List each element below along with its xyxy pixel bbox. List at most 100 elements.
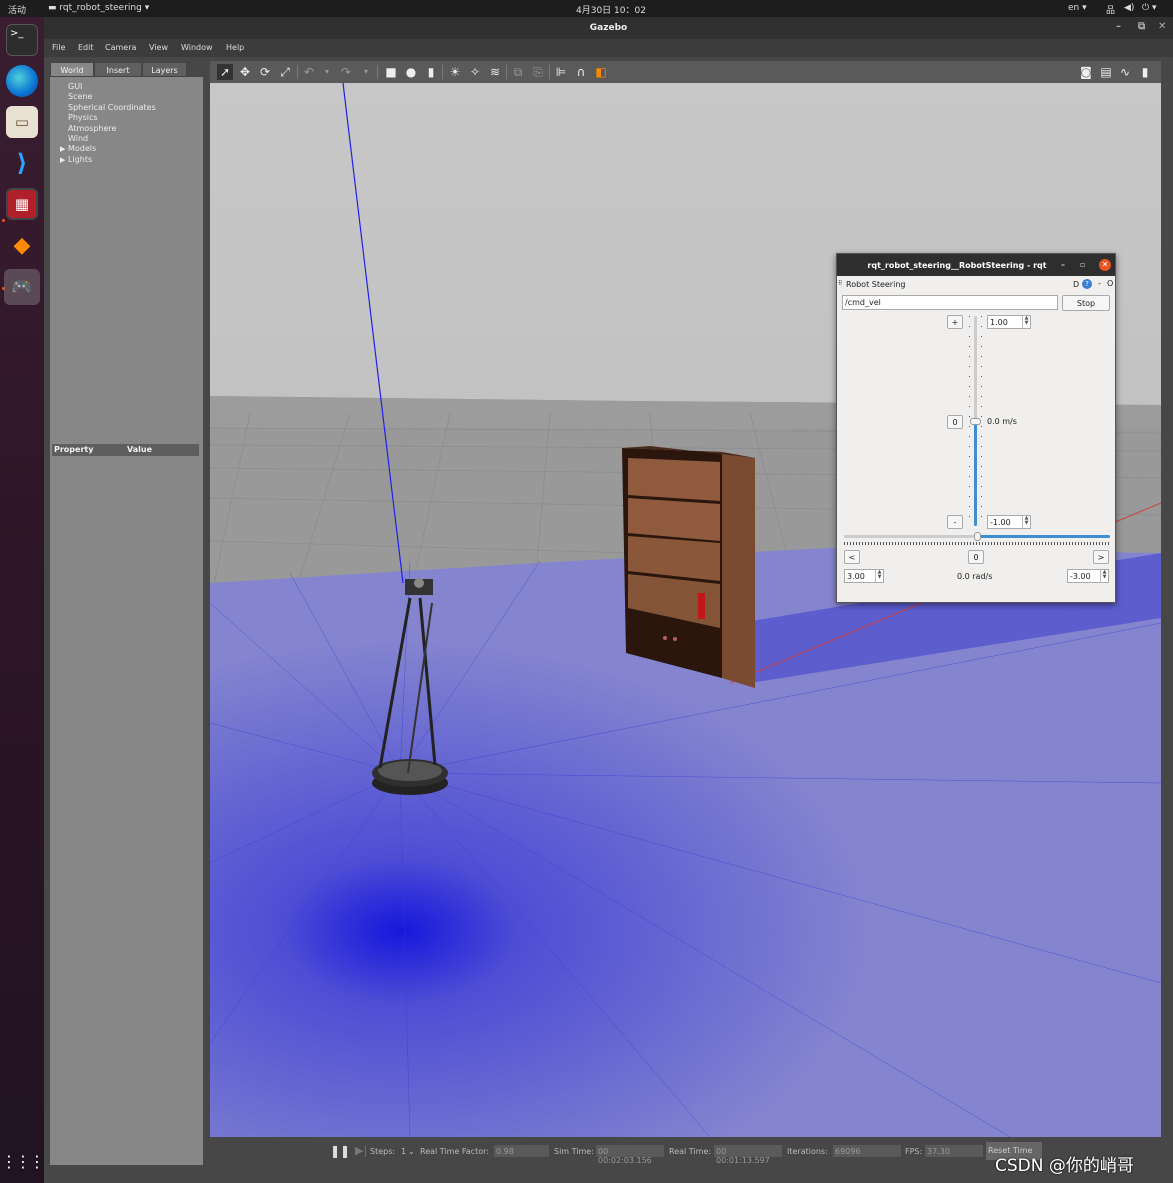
- app-menu-icon: ▬: [48, 3, 60, 13]
- help-icon[interactable]: ?: [1082, 279, 1092, 289]
- expand-arrow-icon[interactable]: ▶: [60, 155, 65, 165]
- steps-value[interactable]: 1: [401, 1147, 406, 1156]
- screenshot-icon[interactable]: ◙: [1078, 64, 1094, 80]
- spin-arrows-icon[interactable]: ▲ ▼: [1022, 316, 1030, 328]
- snap-icon[interactable]: ∩: [573, 64, 589, 80]
- min-angular-input[interactable]: -3.00 ▲ ▼: [1067, 569, 1109, 583]
- volume-icon[interactable]: ◀): [1124, 3, 1134, 13]
- app-menu[interactable]: ▬ rqt_robot_steering ▾: [48, 3, 149, 13]
- spot-light-icon[interactable]: ✧: [467, 64, 483, 80]
- sphere-shape-icon[interactable]: ●: [403, 64, 419, 80]
- pause-icon[interactable]: ❚❚: [330, 1144, 350, 1158]
- align-icon[interactable]: ⊫: [553, 64, 569, 80]
- tree-item-wind[interactable]: Wind: [68, 134, 156, 144]
- max-angular-input[interactable]: 3.00 ▲ ▼: [844, 569, 884, 583]
- angular-left-button[interactable]: <: [844, 550, 860, 564]
- menu-window[interactable]: Window: [181, 43, 213, 52]
- real-time-value: 00 00:01:13.597: [714, 1145, 782, 1165]
- select-mode-icon[interactable]: ➚: [217, 64, 233, 80]
- minimize-icon[interactable]: –: [1116, 21, 1121, 32]
- plugin-handle-icon[interactable]: ⠿: [838, 280, 842, 287]
- maximize-icon[interactable]: ⧉: [1138, 21, 1145, 32]
- rqt-maximize-icon[interactable]: ▫: [1080, 260, 1085, 269]
- change-view-icon[interactable]: ◧: [593, 64, 609, 80]
- undo-dropdown-icon[interactable]: ▾: [319, 64, 335, 80]
- show-apps-icon[interactable]: ⋮⋮⋮: [1, 1145, 45, 1177]
- redo-icon[interactable]: ↷: [338, 64, 354, 80]
- tree-item-models-label: Models: [68, 144, 97, 154]
- angular-zero-button[interactable]: 0: [968, 550, 984, 564]
- menu-bar: File Edit Camera View Window Help: [44, 39, 1173, 57]
- tree-item-lights[interactable]: ▶ Lights: [60, 155, 156, 165]
- expand-arrow-icon[interactable]: ▶: [60, 144, 65, 154]
- scale-mode-icon[interactable]: ⤢: [277, 64, 293, 80]
- terminal-icon[interactable]: >_: [6, 24, 38, 56]
- software-icon[interactable]: ◆: [6, 229, 38, 261]
- minimize-plugin-icon[interactable]: -: [1098, 279, 1101, 288]
- angular-slider-handle[interactable]: [974, 532, 981, 541]
- point-light-icon[interactable]: ☀: [447, 64, 463, 80]
- rqt-window-title: rqt_robot_steering__RobotSteering - rqt: [867, 261, 1047, 270]
- steps-chevron-icon[interactable]: ⌄: [408, 1147, 415, 1156]
- vscode-icon[interactable]: ⟩: [6, 147, 38, 179]
- menu-file[interactable]: File: [52, 43, 65, 52]
- clock[interactable]: 4月30日 10：02: [576, 3, 646, 16]
- min-linear-input[interactable]: -1.00 ▲ ▼: [987, 515, 1031, 529]
- menu-help[interactable]: Help: [226, 43, 244, 52]
- activities-button[interactable]: 活动: [8, 3, 26, 16]
- log-icon[interactable]: ▤: [1098, 64, 1114, 80]
- box-shape-icon[interactable]: ■: [383, 64, 399, 80]
- tree-item-gui[interactable]: GUI: [68, 82, 156, 92]
- directional-light-icon[interactable]: ≋: [487, 64, 503, 80]
- dock: >_ ▭ ⟩ ▦ ◆ 🎮 ⋮⋮⋮: [0, 17, 45, 1183]
- step-icon[interactable]: ▶|: [355, 1144, 367, 1157]
- linear-zero-button[interactable]: 0: [947, 415, 963, 429]
- translate-mode-icon[interactable]: ✥: [237, 64, 253, 80]
- plot-icon[interactable]: ∿: [1117, 64, 1133, 80]
- files-icon[interactable]: ▭: [6, 106, 38, 138]
- power-icon[interactable]: ⏻ ▾: [1142, 3, 1157, 13]
- close-plugin-icon[interactable]: O: [1107, 279, 1113, 288]
- rqt-close-icon[interactable]: ✕: [1099, 259, 1111, 271]
- language-indicator[interactable]: en ▾: [1068, 3, 1087, 13]
- menu-camera[interactable]: Camera: [105, 43, 136, 52]
- stop-button[interactable]: Stop: [1062, 295, 1110, 311]
- copy-icon[interactable]: ⧉: [510, 64, 526, 80]
- edge-browser-icon[interactable]: [6, 65, 38, 97]
- menu-edit[interactable]: Edit: [78, 43, 94, 52]
- linear-plus-button[interactable]: +: [947, 315, 963, 329]
- cylinder-shape-icon[interactable]: ▮: [423, 64, 439, 80]
- tree-item-models[interactable]: ▶ Models: [60, 144, 156, 154]
- network-icon[interactable]: 品: [1106, 3, 1115, 16]
- rotate-mode-icon[interactable]: ⟳: [257, 64, 273, 80]
- plugin-dock-button[interactable]: D: [1073, 280, 1079, 289]
- tab-insert[interactable]: Insert: [94, 62, 142, 77]
- gamepad-icon[interactable]: 🎮: [4, 269, 40, 305]
- close-icon[interactable]: ✕: [1158, 21, 1166, 32]
- topic-input[interactable]: /cmd_vel: [842, 295, 1058, 310]
- rqt-minimize-icon[interactable]: –: [1061, 260, 1065, 269]
- menu-view[interactable]: View: [149, 43, 168, 52]
- spin-arrows-icon[interactable]: ▲ ▼: [1022, 516, 1030, 528]
- tree-item-atmosphere[interactable]: Atmosphere: [68, 124, 156, 134]
- angular-right-button[interactable]: >: [1093, 550, 1109, 564]
- spin-arrows-icon[interactable]: ▲ ▼: [875, 570, 883, 582]
- max-linear-input[interactable]: 1.00 ▲ ▼: [987, 315, 1031, 329]
- real-time-factor-label: Real Time Factor:: [420, 1147, 489, 1156]
- system-monitor-icon[interactable]: ▦: [6, 188, 38, 220]
- property-table-header: Property Value: [52, 444, 199, 456]
- scene-viewport[interactable]: [210, 83, 1161, 1137]
- tree-item-physics[interactable]: Physics: [68, 113, 156, 123]
- paste-icon[interactable]: ⎘: [530, 64, 546, 80]
- tree-item-scene[interactable]: Scene: [68, 92, 156, 102]
- tree-item-spherical-coordinates[interactable]: Spherical Coordinates: [68, 103, 156, 113]
- tab-layers[interactable]: Layers: [142, 62, 187, 77]
- linear-slider-handle[interactable]: [970, 418, 981, 425]
- redo-dropdown-icon[interactable]: ▾: [358, 64, 374, 80]
- toolbar-separator: [549, 65, 550, 79]
- video-record-icon[interactable]: ▮: [1137, 64, 1153, 80]
- tab-world[interactable]: World: [50, 62, 94, 77]
- linear-minus-button[interactable]: -: [947, 515, 963, 529]
- undo-icon[interactable]: ↶: [301, 64, 317, 80]
- spin-arrows-icon[interactable]: ▲ ▼: [1100, 570, 1108, 582]
